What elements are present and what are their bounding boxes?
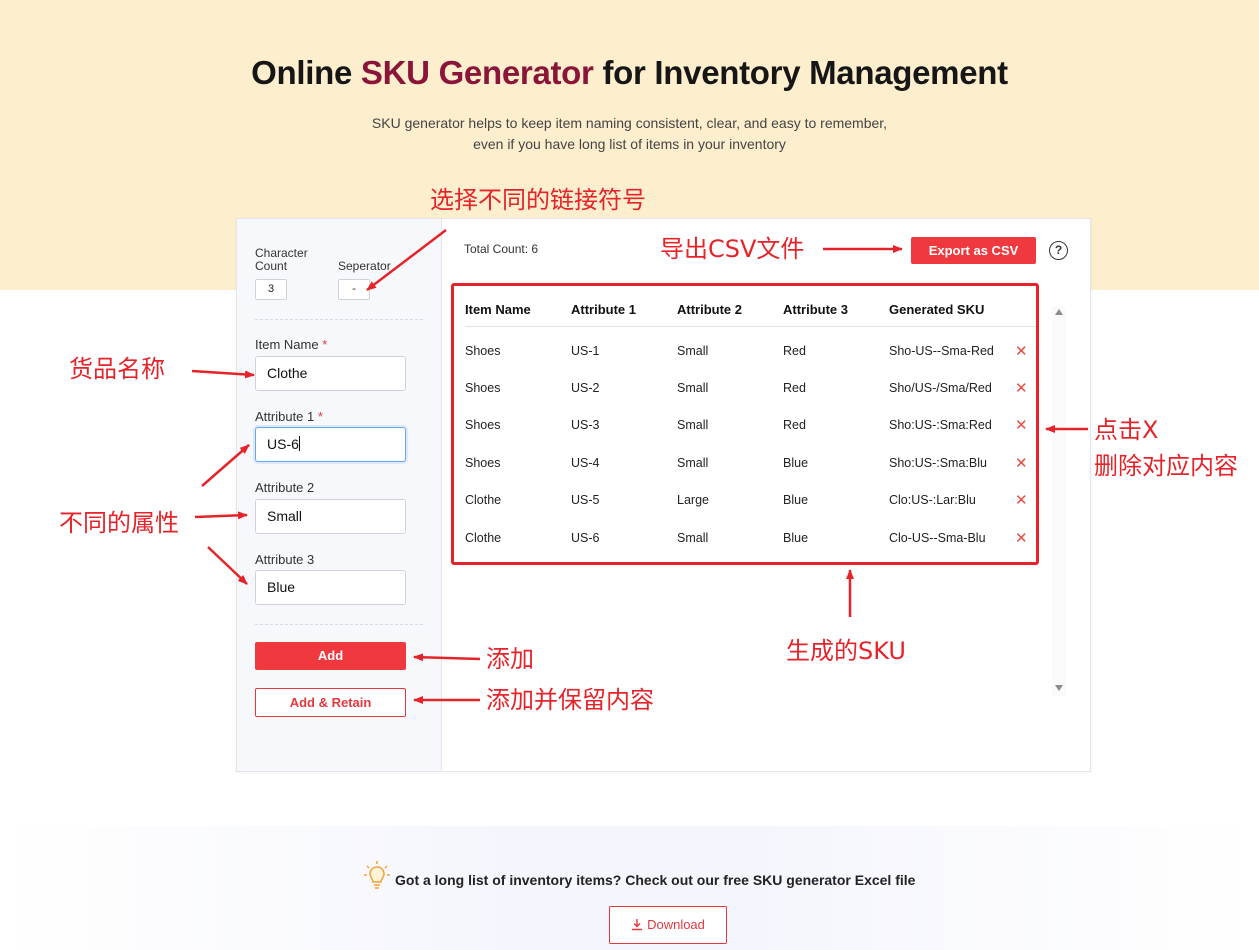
divider <box>255 319 423 320</box>
separator-input[interactable]: - <box>338 279 370 300</box>
cell-attribute-3: Blue <box>783 493 809 507</box>
cell-generated-sku: Sho:US-:Sma:Red <box>889 418 992 432</box>
table-row: Shoes US-4 Small Blue Sho:US-:Sma:Blu ✕ <box>465 445 1039 482</box>
cell-generated-sku: Sho/US-/Sma/Red <box>889 381 992 395</box>
header-attribute-1: Attribute 1 <box>571 302 636 317</box>
attribute-2-label: Attribute 2 <box>255 480 315 495</box>
cell-attribute-3: Red <box>783 381 806 395</box>
char-count-input[interactable]: 3 <box>255 279 287 300</box>
delete-row-icon[interactable]: ✕ <box>1015 333 1028 370</box>
attribute-1-label: Attribute 1 * <box>255 409 323 424</box>
delete-row-icon[interactable]: ✕ <box>1015 482 1028 519</box>
delete-row-icon[interactable]: ✕ <box>1015 370 1028 407</box>
header-generated-sku: Generated SKU <box>889 302 985 317</box>
annotation-export: 导出CSV文件 <box>660 235 805 263</box>
cell-generated-sku: Clo-US--Sma-Blu <box>889 531 986 545</box>
annotation-add: 添加 <box>486 645 534 673</box>
cell-attribute-3: Red <box>783 418 806 432</box>
table-row: Shoes US-3 Small Red Sho:US-:Sma:Red ✕ <box>465 407 1039 444</box>
title-accent: SKU Generator <box>360 54 594 91</box>
cell-generated-sku: Clo:US-:Lar:Blu <box>889 493 976 507</box>
input-sidebar: Character Count 3 Seperator - Item Name … <box>237 219 442 771</box>
help-icon[interactable]: ? <box>1049 241 1068 260</box>
item-name-input[interactable]: Clothe <box>255 356 406 391</box>
attribute-3-input[interactable]: Blue <box>255 570 406 605</box>
cell-item-name: Shoes <box>465 418 501 432</box>
delete-row-icon[interactable]: ✕ <box>1015 445 1028 482</box>
sku-generator-panel: Character Count 3 Seperator - Item Name … <box>236 218 1091 772</box>
cell-attribute-1: US-2 <box>571 381 600 395</box>
header-item-name: Item Name <box>465 302 531 317</box>
cell-item-name: Shoes <box>465 456 501 470</box>
export-csv-button[interactable]: Export as CSV <box>911 237 1036 264</box>
annotation-item-name: 货品名称 <box>69 355 165 383</box>
table-header: Item Name Attribute 1 Attribute 2 Attrib… <box>465 289 1039 327</box>
lightbulb-icon <box>364 861 390 889</box>
cell-attribute-1: US-3 <box>571 418 600 432</box>
scroll-up-arrow-icon[interactable] <box>1055 309 1063 315</box>
cell-attribute-1: US-1 <box>571 344 600 358</box>
attribute-1-input[interactable]: US-6 <box>255 427 406 462</box>
header-attribute-2: Attribute 2 <box>677 302 742 317</box>
cell-item-name: Clothe <box>465 493 502 507</box>
divider <box>255 624 423 625</box>
cell-attribute-1: US-6 <box>571 531 600 545</box>
cell-attribute-3: Blue <box>783 456 809 470</box>
cell-attribute-2: Small <box>677 456 709 470</box>
cell-attribute-1: US-4 <box>571 456 600 470</box>
page-subtitle: SKU generator helps to keep item naming … <box>371 115 888 152</box>
scroll-down-arrow-icon[interactable] <box>1055 685 1063 691</box>
annotation-delete-2: 删除对应内容 <box>1094 452 1238 480</box>
delete-row-icon[interactable]: ✕ <box>1015 520 1028 557</box>
item-name-label: Item Name * <box>255 337 328 352</box>
table-row: Clothe US-5 Large Blue Clo:US-:Lar:Blu ✕ <box>465 482 1039 519</box>
cell-generated-sku: Sho-US--Sma-Red <box>889 344 994 358</box>
cell-item-name: Shoes <box>465 381 501 395</box>
cell-item-name: Clothe <box>465 531 502 545</box>
annotation-attributes: 不同的属性 <box>59 509 179 537</box>
annotation-delete-1: 点击X <box>1094 416 1159 444</box>
cell-attribute-2: Large <box>677 493 709 507</box>
download-button[interactable]: Download <box>609 906 727 944</box>
annotation-separator: 选择不同的链接符号 <box>430 186 646 214</box>
char-count-label: Character Count <box>255 246 308 273</box>
download-icon <box>632 919 643 931</box>
cell-attribute-3: Blue <box>783 531 809 545</box>
separator-label: Seperator <box>338 259 391 273</box>
page-title: Online SKU Generator for Inventory Manag… <box>251 54 1008 91</box>
delete-row-icon[interactable]: ✕ <box>1015 407 1028 444</box>
add-button[interactable]: Add <box>255 642 406 670</box>
attribute-2-input[interactable]: Small <box>255 499 406 534</box>
table-row: Clothe US-6 Small Blue Clo-US--Sma-Blu ✕ <box>465 520 1039 557</box>
attribute-3-label: Attribute 3 <box>255 552 315 567</box>
footer-promo-text: Got a long list of inventory items? Chec… <box>395 872 916 888</box>
cell-attribute-2: Small <box>677 344 709 358</box>
cell-attribute-2: Small <box>677 381 709 395</box>
cell-generated-sku: Sho:US-:Sma:Blu <box>889 456 987 470</box>
table-row: Shoes US-1 Small Red Sho-US--Sma-Red ✕ <box>465 333 1039 370</box>
annotation-generated-sku: 生成的SKU <box>786 637 906 665</box>
text-cursor <box>298 436 300 451</box>
annotation-retain: 添加并保留内容 <box>486 686 654 714</box>
total-count: Total Count: 6 <box>464 242 539 256</box>
cell-item-name: Shoes <box>465 344 501 358</box>
add-retain-button[interactable]: Add & Retain <box>255 688 406 717</box>
table-row: Shoes US-2 Small Red Sho/US-/Sma/Red ✕ <box>465 370 1039 407</box>
header-attribute-3: Attribute 3 <box>783 302 848 317</box>
cell-attribute-3: Red <box>783 344 806 358</box>
cell-attribute-2: Small <box>677 531 709 545</box>
table-scrollbar[interactable] <box>1052 306 1066 696</box>
cell-attribute-2: Small <box>677 418 709 432</box>
cell-attribute-1: US-5 <box>571 493 600 507</box>
